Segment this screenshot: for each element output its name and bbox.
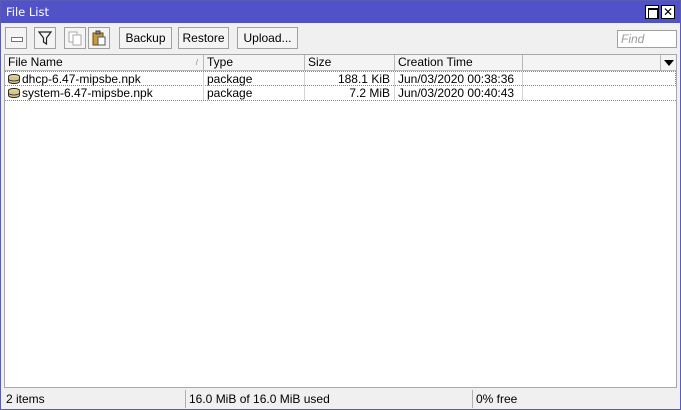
file-table: File Name / Type Size Creation Time dhcp… — [4, 54, 677, 388]
copy-icon[interactable] — [64, 27, 86, 49]
status-bar: 2 items 16.0 MiB of 16.0 MiB used 0% fre… — [1, 388, 680, 409]
file-type: package — [204, 86, 305, 100]
column-menu-icon[interactable] — [660, 55, 676, 70]
package-file-icon — [8, 88, 20, 98]
paste-icon[interactable] — [88, 27, 110, 49]
close-icon[interactable]: ✕ — [661, 5, 675, 19]
minus-icon[interactable] — [5, 27, 27, 49]
column-header-creation-time[interactable]: Creation Time — [395, 55, 523, 70]
table-row[interactable]: system-6.47-mipsbe.npk package 7.2 MiB J… — [5, 86, 676, 101]
maximize-icon[interactable] — [645, 5, 659, 19]
column-header-file-name[interactable]: File Name / — [5, 55, 204, 70]
column-header-type[interactable]: Type — [204, 55, 305, 70]
upload-button[interactable]: Upload... — [237, 27, 298, 49]
title-bar[interactable]: File List ✕ — [1, 1, 680, 23]
file-type: package — [204, 72, 305, 86]
table-row[interactable]: dhcp-6.47-mipsbe.npk package 188.1 KiB J… — [5, 71, 676, 86]
window-title: File List — [6, 5, 50, 19]
restore-button[interactable]: Restore — [178, 27, 229, 49]
status-disk-free: 0% free — [476, 392, 518, 406]
file-size: 7.2 MiB — [305, 86, 395, 100]
status-disk-used: 16.0 MiB of 16.0 MiB used — [186, 390, 473, 408]
backup-button[interactable]: Backup — [119, 27, 172, 49]
file-creation-time: Jun/03/2020 00:40:43 — [395, 86, 523, 100]
file-name: system-6.47-mipsbe.npk — [22, 86, 153, 100]
sort-icon: / — [195, 58, 198, 67]
table-header: File Name / Type Size Creation Time — [5, 55, 676, 71]
file-size: 188.1 KiB — [305, 72, 395, 86]
column-header-size[interactable]: Size — [305, 55, 395, 70]
package-file-icon — [8, 74, 20, 84]
find-input[interactable] — [617, 30, 677, 48]
toolbar: Backup Restore Upload... — [1, 23, 680, 53]
file-list-window: File List ✕ Backup Restore Upload... Fin… — [0, 0, 681, 410]
file-creation-time: Jun/03/2020 00:38:36 — [395, 72, 523, 86]
status-item-count: 2 items — [3, 390, 186, 408]
filter-icon[interactable] — [34, 27, 56, 49]
file-name: dhcp-6.47-mipsbe.npk — [22, 72, 141, 86]
